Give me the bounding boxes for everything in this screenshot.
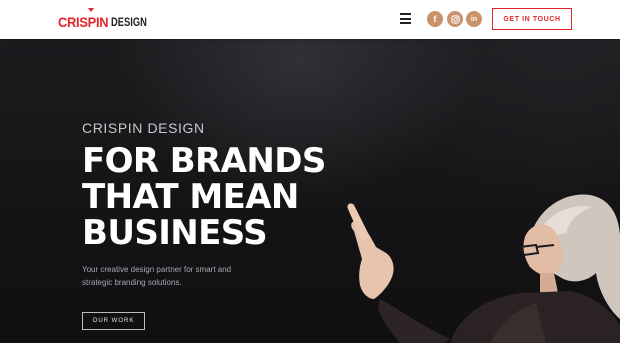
linkedin-icon: in (470, 15, 478, 23)
facebook-icon: f (433, 14, 437, 24)
instagram-icon (450, 14, 460, 24)
facebook-link[interactable]: f (427, 11, 443, 27)
headline-line: FOR BRANDS (82, 141, 326, 181)
hamburger-menu-button[interactable] (400, 13, 411, 24)
hamburger-icon-bar (400, 22, 411, 24)
hero-subtext: Your creative design partner for smart a… (82, 264, 272, 289)
subtext-line: Your creative design partner for smart a… (82, 265, 232, 274)
hamburger-icon-bar (400, 13, 411, 15)
logo-primary-text: CRISPIN (58, 14, 109, 30)
get-in-touch-button[interactable]: GET IN TOUCH (492, 8, 572, 30)
our-work-button[interactable]: OUR WORK (82, 312, 145, 330)
linkedin-link[interactable]: in (466, 11, 482, 27)
site-logo[interactable]: CRISPIN DESIGN (58, 8, 157, 30)
hero-eyebrow: CRISPIN DESIGN (82, 120, 205, 136)
headline-line: THAT MEAN (82, 177, 299, 217)
headline-line: BUSINESS (82, 213, 268, 253)
instagram-link[interactable] (447, 11, 463, 27)
hero-section: CRISPIN DESIGN FOR BRANDS THAT MEAN BUSI… (0, 39, 620, 343)
logo-secondary-text: DESIGN (110, 15, 147, 29)
logo-mark-icon (88, 8, 94, 12)
hero-headline: FOR BRANDS THAT MEAN BUSINESS (82, 143, 382, 251)
page: CRISPIN DESIGN f in GET IN TOUCH CRISPIN… (0, 0, 620, 343)
hamburger-icon-bar (400, 17, 411, 20)
site-header: CRISPIN DESIGN f in GET IN TOUCH (0, 0, 620, 39)
hero-person-photo (347, 194, 620, 343)
subtext-line: strategic branding solutions. (82, 277, 182, 287)
